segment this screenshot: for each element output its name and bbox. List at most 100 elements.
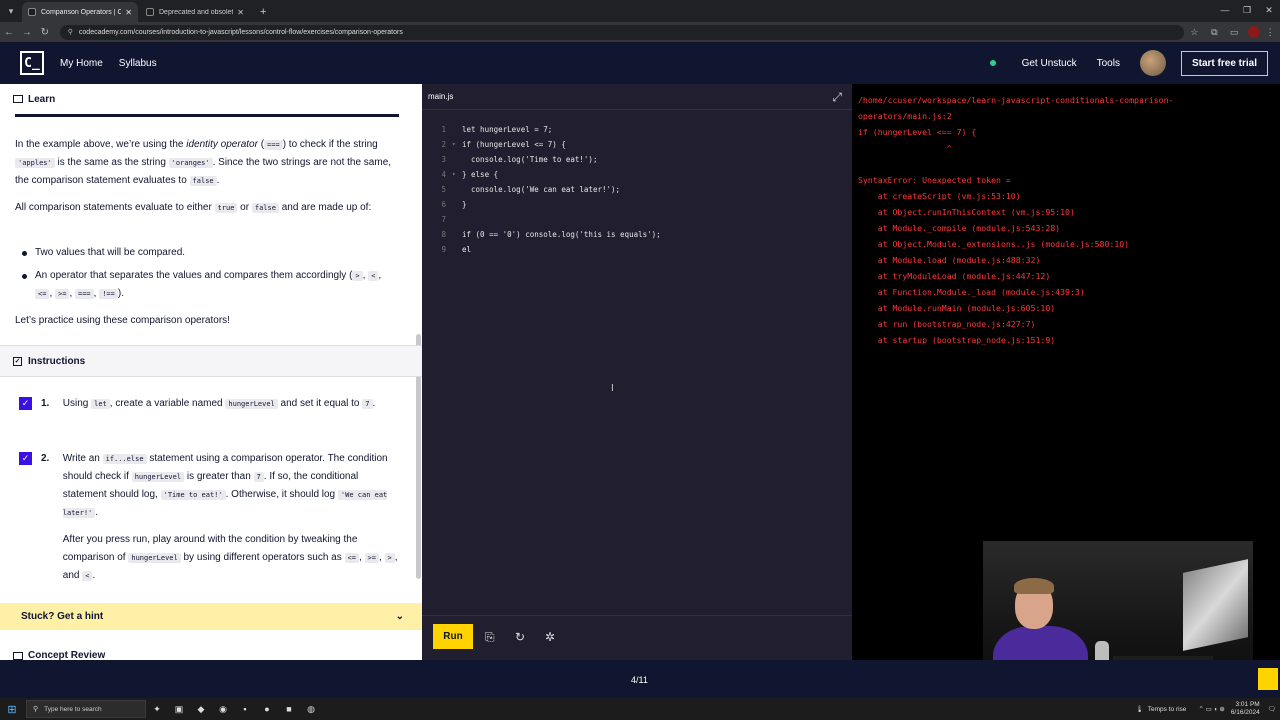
back-icon[interactable]: ← bbox=[0, 27, 18, 38]
windows-start-icon[interactable]: ⊞ bbox=[4, 701, 20, 717]
site-info-icon[interactable]: ⚲ bbox=[68, 28, 73, 36]
code-line[interactable]: 7 bbox=[422, 212, 661, 227]
app-icon[interactable]: ● bbox=[256, 698, 278, 720]
app-icon[interactable]: ■ bbox=[278, 698, 300, 720]
instructions-title: Instructions bbox=[28, 355, 86, 367]
clock[interactable]: 3:01 PM 6/16/2024 bbox=[1231, 701, 1260, 717]
learn-paragraph-3: Let’s practice using these comparison op… bbox=[15, 315, 230, 326]
weather-icon[interactable]: 🌡 bbox=[1136, 705, 1144, 713]
terminal-line: at Module.runMain (module.js:605:10) bbox=[858, 303, 1056, 313]
window-controls: — ❐ ✕ bbox=[1214, 0, 1280, 20]
get-hint-button[interactable]: Stuck? Get a hint ⌄ bbox=[0, 603, 422, 630]
chevron-down-icon: ⌄ bbox=[395, 611, 404, 622]
address-bar-row: ← → ↻ ⚲ codecademy.com/courses/introduct… bbox=[0, 22, 1280, 42]
copy-code-icon[interactable]: ⎘ bbox=[485, 630, 495, 645]
notifications-icon[interactable]: 🗨 bbox=[1268, 705, 1276, 713]
app-icon[interactable]: ▪ bbox=[234, 698, 256, 720]
line-number: 1 bbox=[441, 125, 446, 134]
task-checked-icon[interactable]: ✓ bbox=[19, 397, 32, 410]
profile-avatar[interactable] bbox=[1248, 26, 1261, 38]
list-item: An operator that separates the values an… bbox=[15, 267, 400, 303]
codecademy-logo[interactable]: C_ bbox=[20, 51, 44, 75]
line-number: 5 bbox=[441, 185, 446, 194]
code-line[interactable]: 6} bbox=[422, 197, 661, 212]
search-placeholder: Type here to search bbox=[44, 705, 102, 713]
tray-icons[interactable]: ⌃ ▭ ◖ ⊕ bbox=[1198, 705, 1224, 713]
task-2: ✓ 2. Write an if...else statement using … bbox=[19, 450, 404, 585]
minimize-icon[interactable]: — bbox=[1214, 0, 1236, 20]
close-tab-icon[interactable]: ✕ bbox=[125, 8, 132, 17]
os-taskbar: ⊞ ⚲ Type here to search ✦ ▣ ◆ ◉ ▪ ● ■ ◍ … bbox=[0, 698, 1280, 720]
code-line[interactable]: 1 let hungerLevel = 7; bbox=[422, 122, 661, 137]
user-avatar[interactable] bbox=[1139, 50, 1166, 76]
copilot-icon[interactable]: ✦ bbox=[146, 698, 168, 720]
hint-label: Stuck? Get a hint bbox=[21, 611, 104, 622]
task-view-icon[interactable]: ▣ bbox=[168, 698, 190, 720]
tools-link[interactable]: Tools bbox=[1097, 58, 1120, 69]
code-text: let hungerLevel = 7; bbox=[462, 125, 553, 134]
webcam-monitor bbox=[1183, 559, 1248, 651]
nav-my-home[interactable]: My Home bbox=[60, 58, 103, 69]
start-free-trial-button[interactable]: Start free trial bbox=[1180, 50, 1268, 76]
system-tray: 🌡 Temps to rise ⌃ ▭ ◖ ⊕ 3:01 PM 6/16/202… bbox=[1136, 698, 1277, 720]
lesson-progress[interactable]: 4/11 bbox=[631, 675, 648, 685]
extensions-icon[interactable]: ⧉ bbox=[1204, 27, 1224, 38]
tab-search-icon[interactable]: ▾ bbox=[0, 0, 22, 22]
ai-assist-icon[interactable]: ✲ bbox=[545, 630, 555, 644]
list-item: Two values that will be compared. bbox=[15, 244, 400, 262]
code-lines[interactable]: 1 let hungerLevel = 7; 2 ▾ if (hungerLevel <… bbox=[422, 122, 661, 257]
maximize-icon[interactable]: ❐ bbox=[1236, 0, 1258, 20]
code-text: console.log('We can eat later!'); bbox=[462, 185, 621, 194]
close-tab-icon[interactable]: ✕ bbox=[237, 8, 244, 17]
new-tab-icon[interactable]: + bbox=[252, 2, 274, 22]
forward-icon[interactable]: → bbox=[18, 27, 36, 38]
concept-review-label: Concept Review bbox=[28, 650, 106, 660]
code-text: if (hungerLevel <= 7) { bbox=[462, 140, 566, 149]
url-input[interactable]: ⚲ codecademy.com/courses/introduction-to… bbox=[59, 24, 1185, 40]
browser-menu-icon[interactable]: ⋮ bbox=[1260, 27, 1280, 38]
run-button[interactable]: Run bbox=[433, 624, 473, 649]
site-header: C_ My Home Syllabus Get Unstuck Tools St… bbox=[0, 42, 1280, 84]
close-window-icon[interactable]: ✕ bbox=[1258, 0, 1280, 20]
code-line[interactable]: 9 el bbox=[422, 242, 661, 257]
terminal-line: SyntaxError: Unexpected token = bbox=[858, 175, 1011, 185]
taskbar-search-input[interactable]: ⚲ Type here to search bbox=[26, 700, 146, 718]
discord-icon[interactable]: ◍ bbox=[300, 698, 322, 720]
concept-review-link[interactable]: Concept Review bbox=[13, 650, 105, 660]
task-checked-icon[interactable]: ✓ bbox=[19, 452, 32, 465]
reload-icon[interactable]: ↻ bbox=[36, 27, 54, 38]
file-tab-main-js[interactable]: main.js bbox=[428, 92, 453, 101]
terminal-line: at Object.runInThisContext (vm.js:95:10) bbox=[858, 207, 1075, 217]
code-text: } bbox=[462, 200, 467, 209]
divider bbox=[15, 114, 399, 117]
browser-tab-active[interactable]: Comparison Operators | Codecademy ✕ bbox=[22, 2, 138, 22]
code-line[interactable]: 5 console.log('We can eat later!'); bbox=[422, 182, 661, 197]
book-icon bbox=[13, 651, 23, 660]
downloads-icon[interactable]: ▭ bbox=[1224, 27, 1244, 38]
fold-arrow-icon[interactable]: ▾ bbox=[452, 171, 462, 178]
get-unstuck-link[interactable]: Get Unstuck bbox=[1022, 58, 1077, 69]
nav-syllabus[interactable]: Syllabus bbox=[119, 58, 157, 69]
fold-arrow-icon[interactable]: ▾ bbox=[452, 141, 462, 148]
code-line[interactable]: 4 ▾} else { bbox=[422, 167, 661, 182]
task-number: 2. bbox=[41, 453, 50, 464]
next-button[interactable] bbox=[1258, 668, 1278, 690]
line-number: 2 bbox=[441, 140, 446, 149]
browser-tab[interactable]: Deprecated and obsolete features ✕ bbox=[140, 2, 250, 22]
book-icon bbox=[13, 95, 23, 103]
comparison-parts-list: Two values that will be compared. An ope… bbox=[15, 244, 400, 303]
terminal-output: /home/ccuser/workspace/learn-javascript-… bbox=[858, 92, 1173, 348]
terminal-line: at tryModuleLoad (module.js:447:12) bbox=[858, 271, 1051, 281]
bookmark-star-icon[interactable]: ☆ bbox=[1184, 27, 1204, 38]
chrome-icon[interactable]: ◉ bbox=[212, 698, 234, 720]
weather-text[interactable]: Temps to rise bbox=[1148, 706, 1187, 713]
app-icon[interactable]: ◆ bbox=[190, 698, 212, 720]
code-editor[interactable]: main.js ⤢ 1 let hungerLevel = 7; 2 ▾ if (hun… bbox=[422, 84, 852, 660]
code-line[interactable]: 3 console.log('Time to eat!'); bbox=[422, 152, 661, 167]
expand-icon[interactable]: ⤢ bbox=[832, 90, 842, 105]
code-line[interactable]: 8 if (0 == '0') console.log('this is equa… bbox=[422, 227, 660, 242]
terminal-line: if (hungerLevel <== 7) { bbox=[858, 127, 977, 137]
code-line[interactable]: 2 ▾ if (hungerLevel <= 7) { bbox=[422, 137, 661, 152]
tab-title: Deprecated and obsolete features bbox=[159, 8, 233, 16]
reset-code-icon[interactable]: ↻ bbox=[515, 630, 525, 644]
